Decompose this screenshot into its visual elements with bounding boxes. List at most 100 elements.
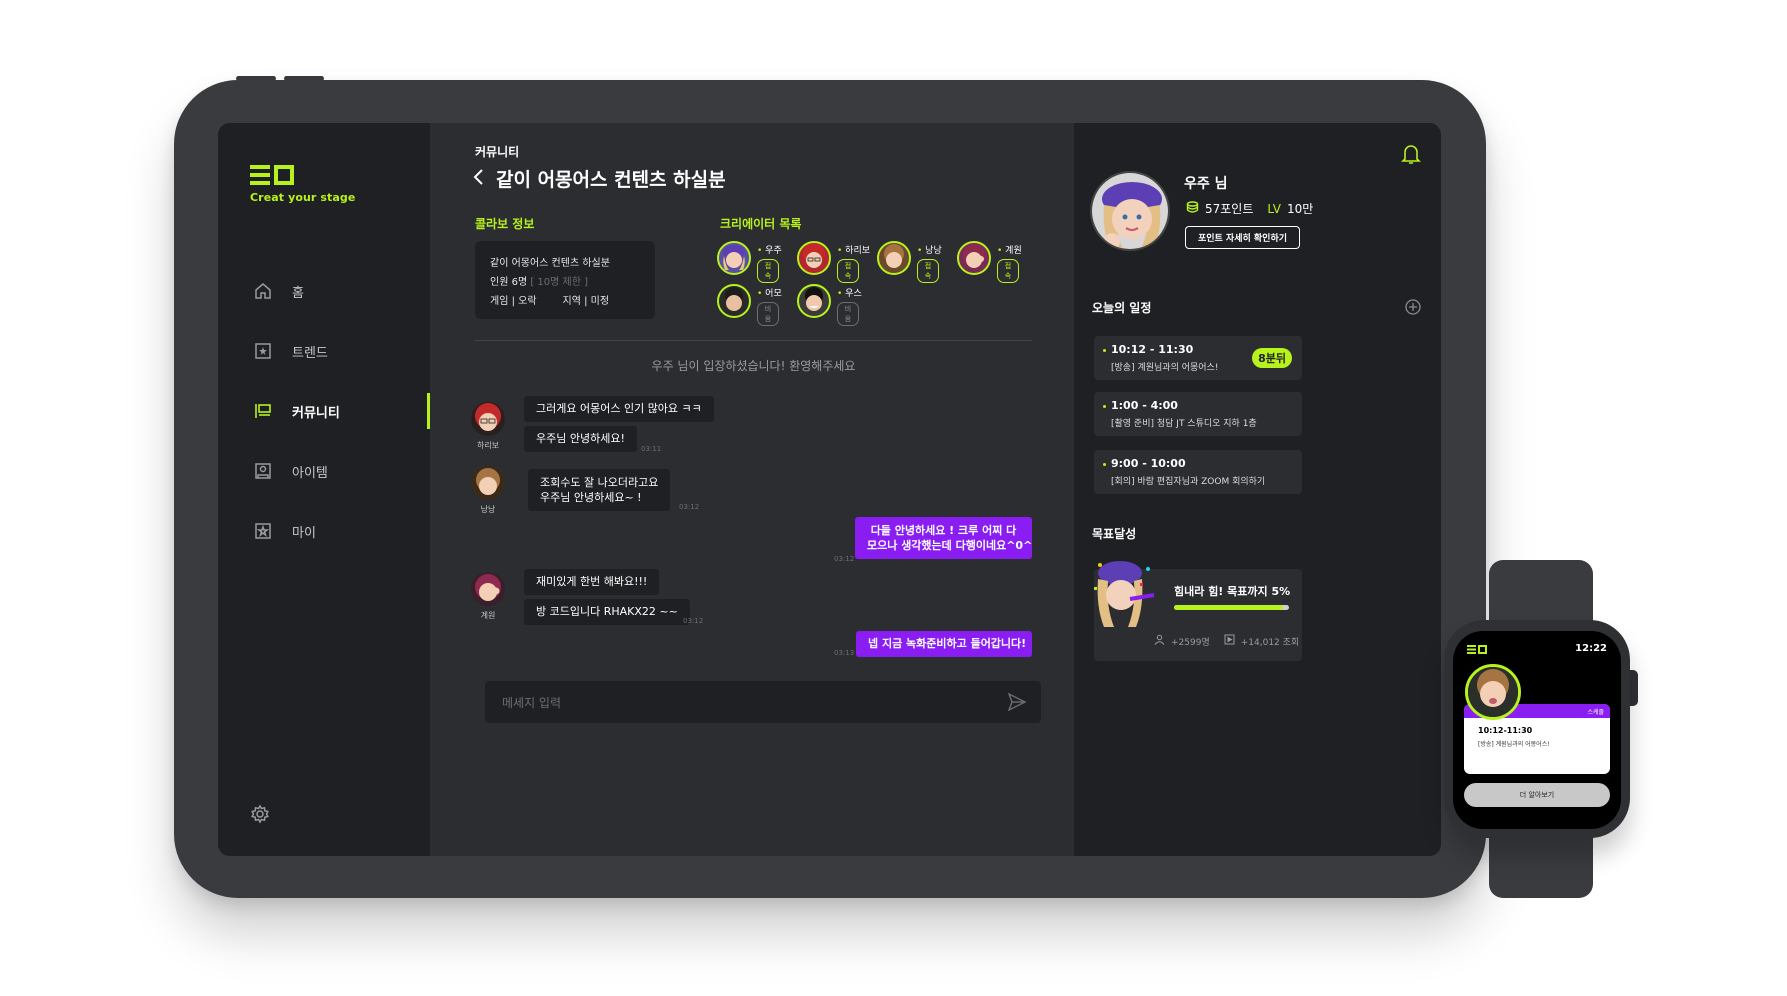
watch-avatar [1465,664,1521,720]
sidebar: Creat your stage 홈 트렌드 커뮤니티 아이템 마이 [218,123,430,856]
watch-time: 12:22 [1575,643,1607,654]
schedule-item[interactable]: 1:00 - 4:00 [촬영 준비] 청담 JT 스튜디오 지하 1층 [1094,392,1302,436]
collab-meta: 게임 | 오락 지역 | 미정 [490,292,640,311]
nav-item-my[interactable]: 마이 [218,501,430,561]
status-badge: 접속 [997,259,1019,283]
goal-progress-bar [1174,605,1289,610]
add-schedule-button[interactable] [1405,299,1421,319]
collab-info-label: 콜라보 정보 [475,217,535,231]
creator-item[interactable]: • 계원 접속 [957,241,1022,283]
watch-more-button[interactable]: 더 알아보기 [1464,783,1610,807]
message-time: 03:11 [641,445,662,453]
my-icon [252,520,274,542]
creator-item[interactable]: • 어모 비움 [717,284,782,326]
message-time: 03:12 [834,555,855,563]
goal-stats: +2599명 +14,012 조회 [1154,634,1299,648]
chat-line: 모으나 생각했는데 다행이네요^0^ [867,539,1033,552]
goal-label: 목표달성 [1092,527,1137,541]
tablet-screen: Creat your stage 홈 트렌드 커뮤니티 아이템 마이 커뮤니티 … [218,123,1441,856]
chat-bubble: 재미있게 한번 해봐요!!! [524,569,660,595]
avatar [717,241,751,275]
nav-item-trend[interactable]: 트렌드 [218,321,430,381]
schedule-desc: [회의] 바람 편집자님과 ZOOM 회의하기 [1111,477,1266,487]
status-badge: 접속 [837,259,859,283]
notification-button[interactable] [1401,143,1421,169]
avatar [877,241,911,275]
coin-icon [1186,201,1199,216]
watch-strap [1489,832,1593,898]
item-icon [252,460,274,482]
profile-avatar[interactable] [1090,171,1170,251]
back-button[interactable] [472,168,486,190]
creator-item[interactable]: • 우스 비움 [797,284,862,326]
creator-item[interactable]: • 낭낭 접속 [877,241,942,283]
collab-name: 같이 어몽어스 컨텐츠 하실분 [490,258,610,269]
message-sender: 낭낭 [480,505,496,514]
send-icon [1007,692,1027,715]
mockup-stage: Creat your stage 홈 트렌드 커뮤니티 아이템 마이 커뮤니티 … [0,0,1787,996]
collab-info-card: 같이 어몽어스 컨텐츠 하실분 인원 6명 [ 10명 제한 ] 게임 | 오락… [475,241,655,319]
nav-item-home[interactable]: 홈 [218,261,430,321]
avatar [717,284,751,318]
creator-list-label: 크리에이터 목록 [720,217,802,231]
schedule-item[interactable]: 10:12 - 11:30 [방송] 계원님과의 어몽어스! 8분뒤 [1094,336,1302,380]
nav-label: 마이 [292,525,316,541]
creator-name: 우스 [845,289,862,299]
message-sender: 하리보 [476,441,500,450]
page-title: 같이 어몽어스 컨텐츠 하실분 [496,169,726,191]
schedule-countdown-badge: 8분뒤 [1252,348,1292,368]
trend-icon [252,340,274,362]
schedule-time: 1:00 - 4:00 [1103,399,1302,412]
creator-item[interactable]: • 하리보 접속 [797,241,870,283]
message-sender: 계원 [480,611,496,620]
message-avatar: 계원 [470,572,506,621]
watch-card-time: 10:12-11:30 [1478,726,1533,735]
schedule-label: 오늘의 일정 [1092,301,1152,315]
gear-icon [250,804,270,828]
plus-circle-icon [1405,299,1421,319]
creator-name: 낭낭 [925,246,942,256]
goal-card[interactable]: 힘내라 힘! 목표까지 5% +2599명 +14,012 조회 [1094,561,1302,661]
creator-item[interactable]: • 우주 접속 [717,241,782,283]
watch-logo [1467,645,1487,654]
chat-line: 다들 안녕하세요 ! 크루 어찌 다 [870,524,1017,537]
nav-item-item[interactable]: 아이템 [218,441,430,501]
avatar [957,241,991,275]
level-value: 10만 [1286,202,1314,216]
message-input[interactable]: 메세지 입력 [485,681,1041,723]
creator-name: 어모 [765,289,782,299]
profile-name: 우주 님 [1184,176,1228,192]
nav-label: 아이템 [292,465,328,481]
logo-mark [250,165,294,185]
nav-item-community[interactable]: 커뮤니티 [218,381,430,441]
creator-name: 계원 [1005,246,1022,256]
avatar [797,241,831,275]
chat-bubble: 방 코드입니다 RHAKX22 ~~ [524,599,690,625]
chat-bubble: 그러게요 어몽어스 인기 많아요 ㅋㅋ [524,396,714,422]
schedule-desc: [촬영 준비] 청담 JT 스튜디오 지하 1층 [1111,419,1257,429]
message-time: 03:13 [834,649,855,657]
avatar [797,284,831,318]
watch-screen: 12:22 스케줄 10:12-11:30 [방송] 계원님과의 어몽어스! 더… [1453,631,1621,829]
points-detail-button[interactable]: 포인트 자세히 확인하기 [1185,226,1300,249]
community-icon [252,400,274,422]
avatar [471,402,505,436]
logo[interactable]: Creat your stage [250,165,355,204]
send-button[interactable] [1007,692,1027,715]
schedule-time: 9:00 - 10:00 [1103,457,1302,470]
person-icon [1154,634,1165,648]
status-badge: 접속 [757,259,779,283]
chat-line: 우주님 안녕하세요~ ! [540,491,642,504]
goal-title: 힘내라 힘! 목표까지 5% [1174,585,1291,598]
chat-line: 조회수도 잘 나오더라고요 [540,476,659,489]
message-input-placeholder: 메세지 입력 [502,695,562,710]
chevron-left-icon [472,168,486,190]
creator-name: 우주 [765,246,782,256]
schedule-item[interactable]: 9:00 - 10:00 [회의] 바람 편집자님과 ZOOM 회의하기 [1094,450,1302,494]
settings-button[interactable] [250,804,270,828]
message-time: 03:12 [679,503,700,511]
nav-label: 홈 [292,285,304,301]
goal-progress-fill [1174,605,1284,610]
side-nav: 홈 트렌드 커뮤니티 아이템 마이 [218,261,430,561]
points-value: 57포인트 [1205,202,1254,216]
